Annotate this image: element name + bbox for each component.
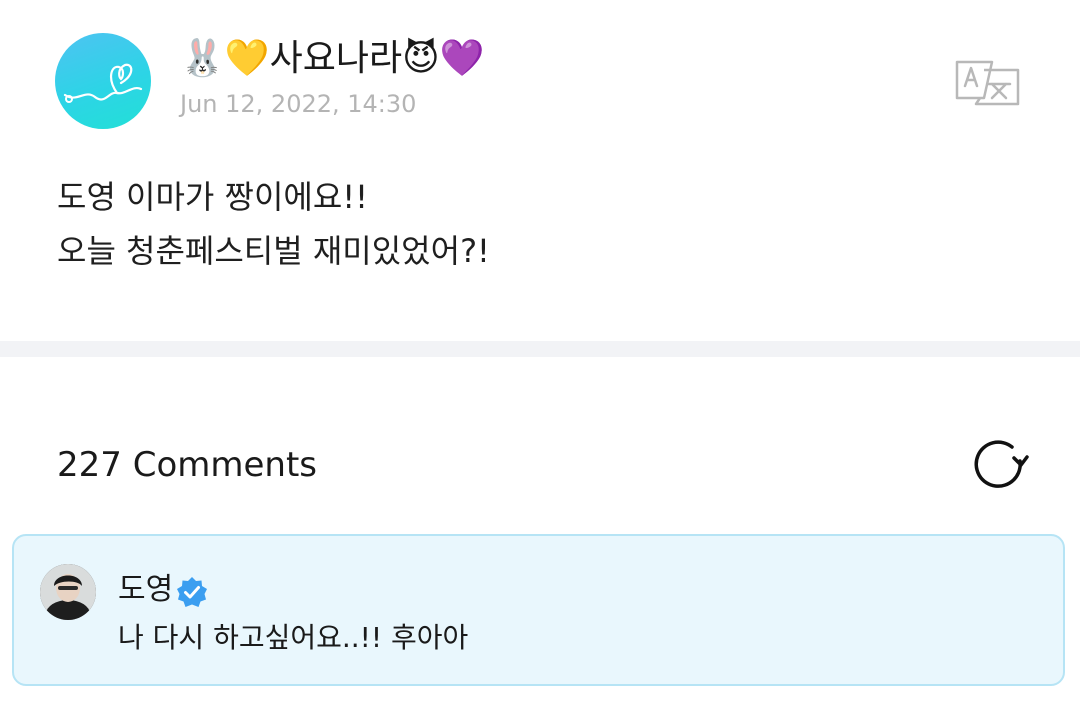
translate-button[interactable] — [954, 58, 1022, 108]
pinned-comment-card[interactable]: 도영 나 다시 하고싶어요..!! 후아아 — [12, 534, 1065, 686]
post-date: Jun 12, 2022, 14:30 — [180, 90, 417, 118]
heart-string-logo-icon — [63, 63, 143, 103]
post-header: 🐰💛사요나라😈💜 Jun 12, 2022, 14:30 — [0, 0, 1080, 140]
post-text-line: 도영 이마가 짱이에요!! — [57, 178, 368, 216]
comment-author-avatar[interactable] — [40, 564, 96, 620]
comment-author-name[interactable]: 도영 — [118, 570, 173, 610]
translate-icon — [955, 60, 1020, 106]
author-avatar[interactable] — [55, 33, 151, 129]
comment-text: 나 다시 하고싶어요..!! 후아아 — [118, 621, 469, 654]
refresh-button[interactable] — [968, 434, 1030, 496]
comments-count-title: 227 Comments — [57, 445, 317, 485]
section-divider — [0, 341, 1080, 357]
profile-photo-icon — [40, 564, 96, 620]
author-name[interactable]: 🐰💛사요나라😈💜 — [180, 36, 484, 82]
post-body: 도영 이마가 짱이에요!! 오늘 청춘페스티벌 재미있었어?! — [57, 170, 1017, 278]
refresh-icon — [974, 440, 1029, 488]
verified-badge-icon — [176, 576, 208, 608]
post-text-line: 오늘 청춘페스티벌 재미있었어?! — [57, 232, 490, 270]
